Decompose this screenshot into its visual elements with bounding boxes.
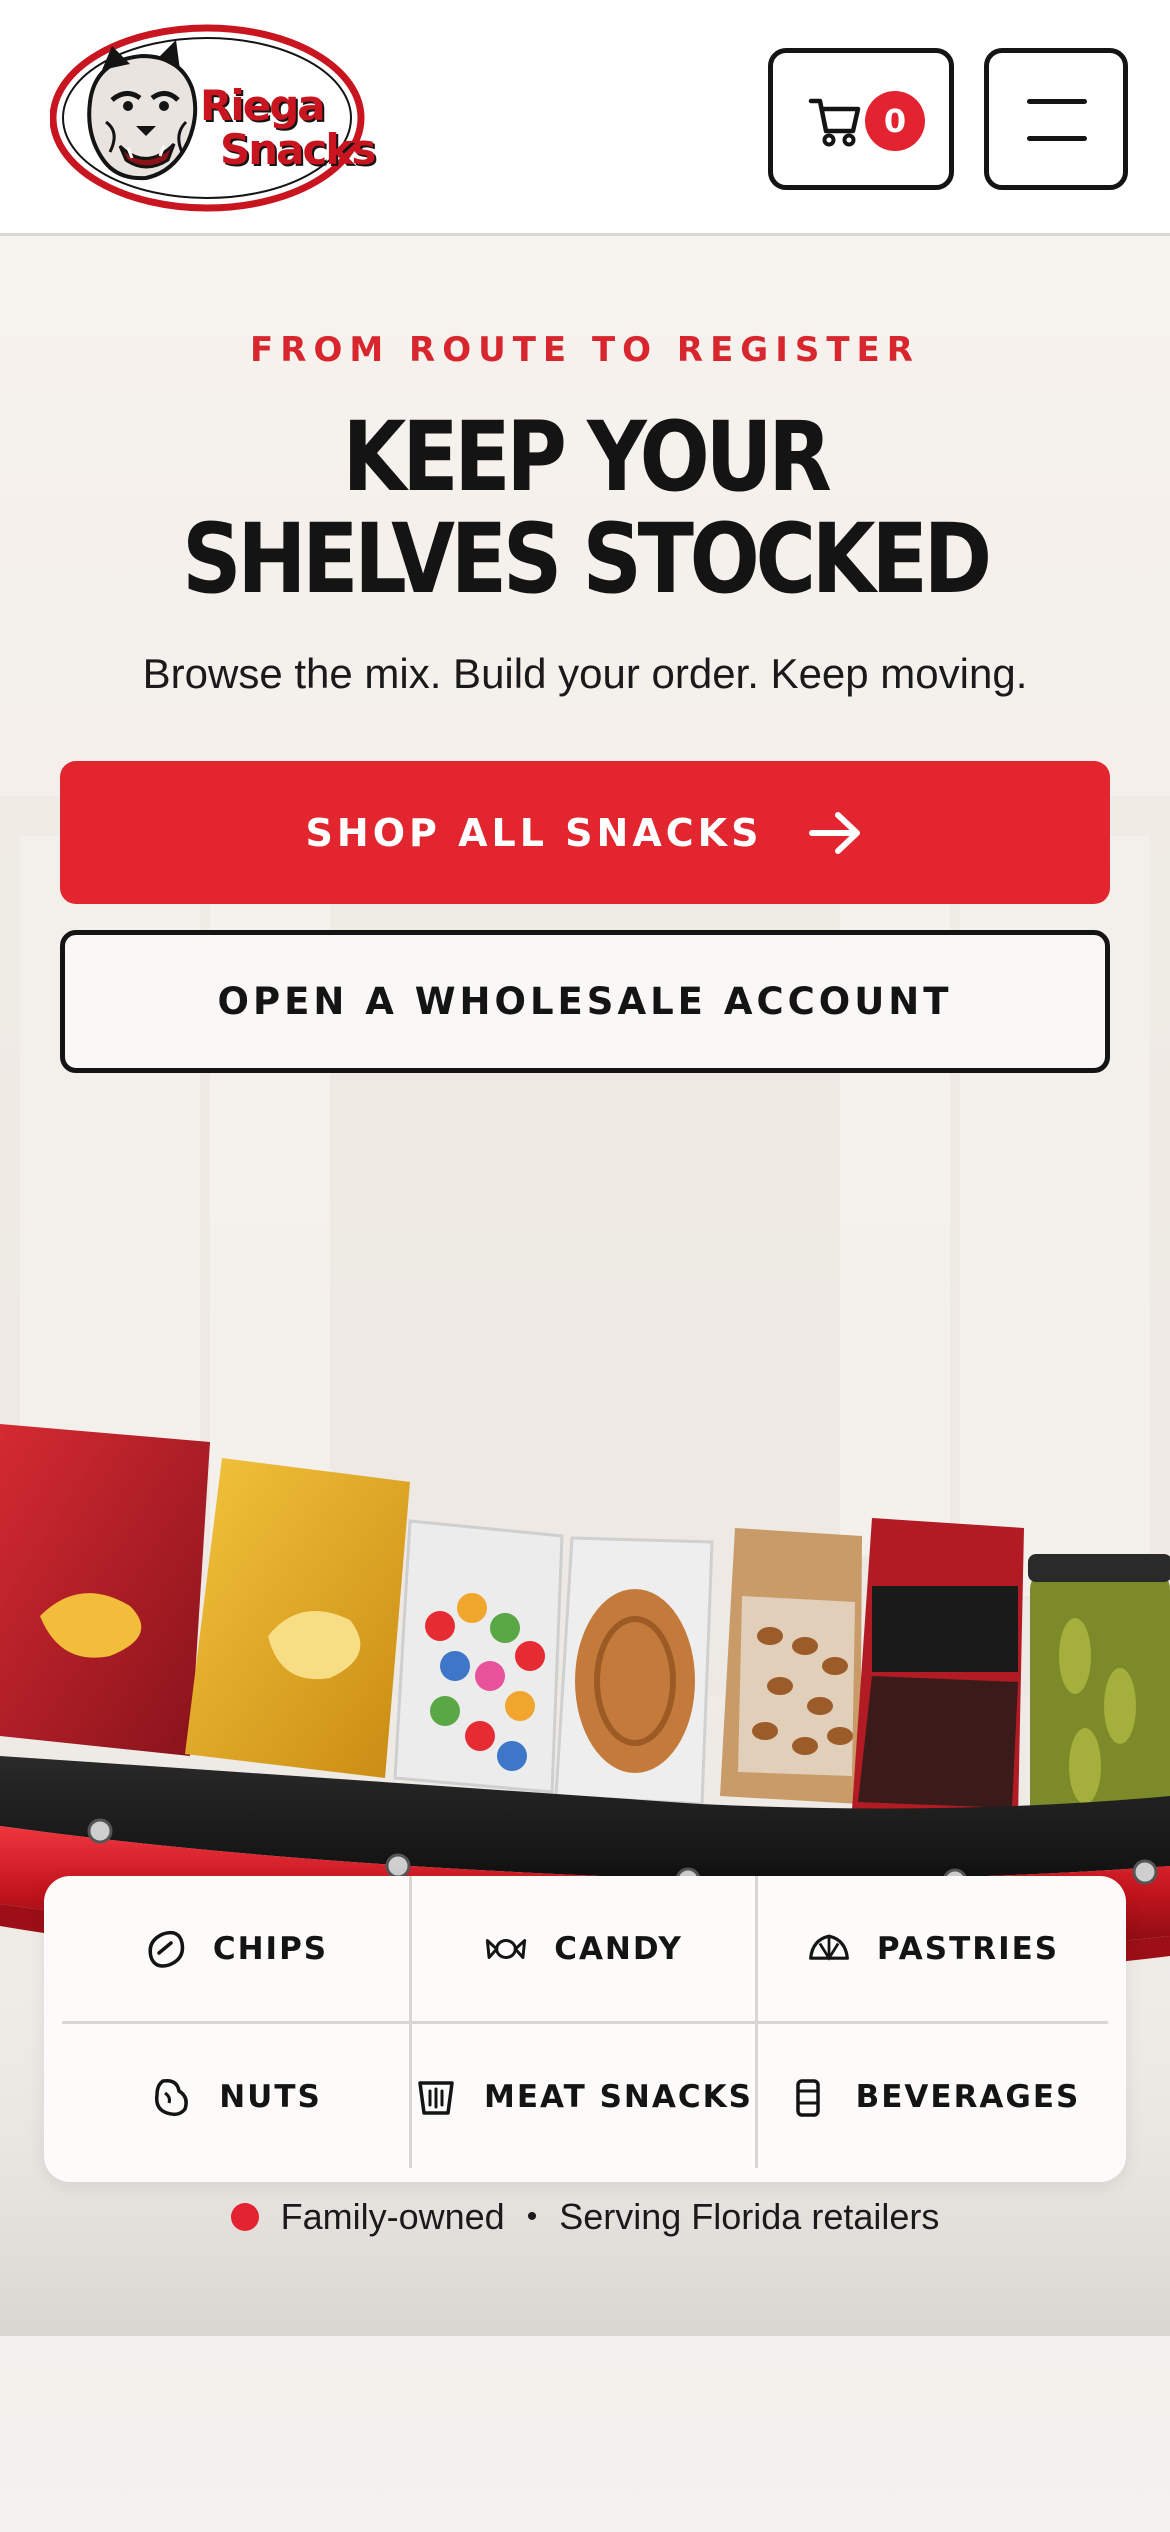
- cart-button[interactable]: 0: [768, 48, 954, 190]
- wholesale-account-button[interactable]: OPEN A WHOLESALE ACCOUNT: [60, 930, 1110, 1073]
- hero-section: FROM ROUTE TO REGISTER KEEP YOUR SHELVES…: [0, 236, 1170, 2532]
- shop-all-snacks-button[interactable]: SHOP ALL SNACKS: [60, 761, 1110, 904]
- hero-headline-line2: SHELVES STOCKED: [182, 503, 992, 615]
- cart-count-badge: 0: [865, 91, 925, 151]
- chip-icon: [148, 1930, 185, 1968]
- category-label: BEVERAGES: [855, 2078, 1081, 2115]
- category-grid: CHIPS CANDY PASTRIES NUTS MEAT SNACKS BE…: [62, 1876, 1108, 2182]
- nut-icon: [155, 2078, 189, 2116]
- category-candy[interactable]: CANDY: [412, 1876, 755, 2021]
- menu-bar-icon: [1027, 136, 1087, 141]
- arrow-right-icon: [809, 811, 861, 854]
- site-header: Riega Snacks 0: [0, 0, 1170, 236]
- category-label: MEAT SNACKS: [484, 2078, 753, 2115]
- tagline-serving-florida: Serving Florida retailers: [559, 2196, 940, 2237]
- category-pastries[interactable]: PASTRIES: [758, 1876, 1108, 2021]
- hero-subhead: Browse the mix. Build your order. Keep m…: [142, 650, 1028, 697]
- category-label: CHIPS: [212, 1930, 329, 1967]
- brand-name-line1: Riega: [200, 81, 326, 130]
- category-label: PASTRIES: [876, 1930, 1060, 1967]
- wholesale-account-label: OPEN A WHOLESALE ACCOUNT: [217, 980, 953, 1023]
- hero-eyebrow: FROM ROUTE TO REGISTER: [250, 330, 920, 370]
- tagline-separator: •: [526, 2200, 538, 2233]
- tagline-family-owned: Family-owned: [280, 2196, 505, 2237]
- shop-all-snacks-label: SHOP ALL SNACKS: [305, 810, 763, 855]
- brand-name-line2: Snacks: [220, 125, 376, 174]
- trust-tagline: Family-owned • Serving Florida retailers: [0, 2196, 1170, 2238]
- category-meat-snacks[interactable]: MEAT SNACKS: [412, 2024, 755, 2169]
- beverage-icon: [795, 2078, 820, 2117]
- hero-headline-line1: KEEP YOUR: [342, 401, 832, 513]
- category-label: NUTS: [219, 2078, 322, 2115]
- category-nuts[interactable]: NUTS: [62, 2024, 409, 2169]
- brand-logo[interactable]: Riega Snacks: [49, 22, 376, 214]
- menu-button[interactable]: [984, 48, 1128, 190]
- category-beverages[interactable]: BEVERAGES: [758, 2024, 1108, 2169]
- hero-headline: KEEP YOUR SHELVES STOCKED: [82, 406, 1088, 610]
- candy-icon: [486, 1938, 527, 1959]
- category-chips[interactable]: CHIPS: [62, 1876, 409, 2021]
- category-label: CANDY: [554, 1930, 683, 1967]
- category-panel: CHIPS CANDY PASTRIES NUTS MEAT SNACKS BE…: [44, 1876, 1126, 2182]
- status-dot-icon: [230, 2203, 259, 2231]
- cart-icon: [808, 98, 861, 147]
- pastry-icon: [808, 1934, 849, 1961]
- menu-bar-icon: [1027, 99, 1087, 104]
- meat-snack-icon: [418, 2080, 454, 2115]
